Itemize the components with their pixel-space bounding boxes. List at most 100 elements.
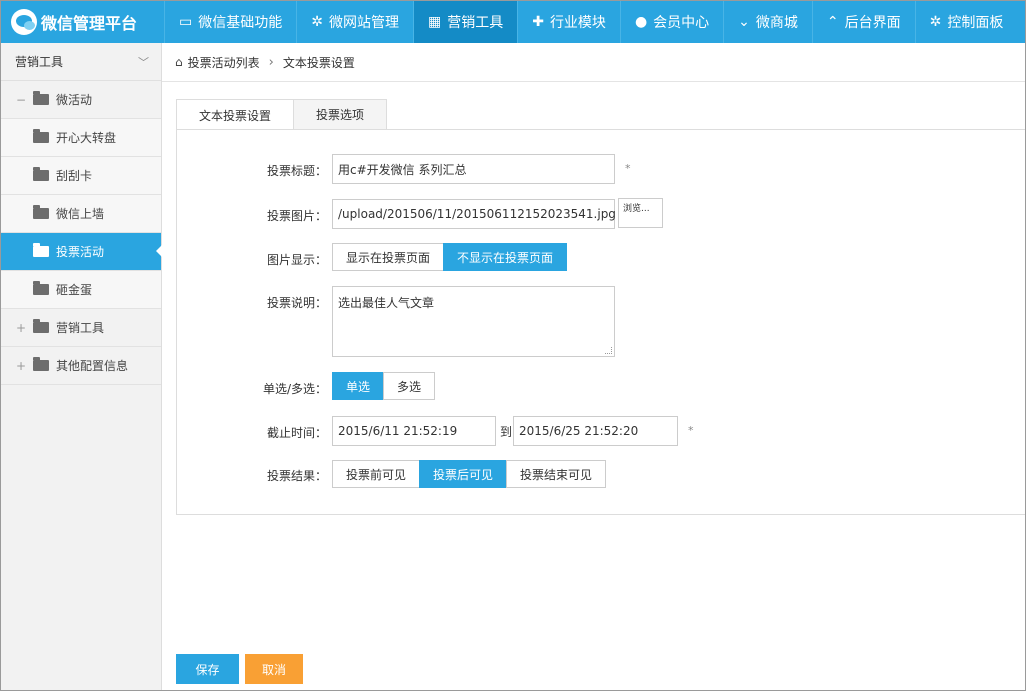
nav-item-backend[interactable]: ⌃ 后台界面 <box>811 1 915 43</box>
nav-item-basic[interactable]: ▭ 微信基础功能 <box>164 1 296 43</box>
sidebar-item-label: 其他配置信息 <box>56 359 129 373</box>
sidebar-item-vote[interactable]: 投票活动 <box>1 233 162 271</box>
nav-item-members[interactable]: ● 会员中心 <box>619 1 723 43</box>
mode-label: 单选/多选： <box>262 382 327 396</box>
brand[interactable]: 微信管理平台 <box>1 1 161 43</box>
main-content: ⌂ 投票活动列表 › 文本投票设置 文本投票设置 投票选项 投票标题： 用c#开… <box>162 43 1025 690</box>
chevron-down-icon: ⌄ <box>738 14 750 30</box>
grid-icon: ▦ <box>427 14 442 30</box>
mode-toggle: 单选 多选 <box>332 372 436 400</box>
chevron-up-icon: ⌃ <box>826 14 839 30</box>
display-hide-option[interactable]: 不显示在投票页面 <box>443 243 568 271</box>
tab-vote-options[interactable]: 投票选项 <box>293 99 388 129</box>
save-button[interactable]: 保存 <box>176 654 239 684</box>
start-time-input[interactable]: 2015/6/11 21:52:19 <box>332 416 496 446</box>
folder-icon <box>33 281 49 295</box>
display-show-option[interactable]: 显示在投票页面 <box>332 243 445 271</box>
wechat-logo-icon <box>11 9 37 35</box>
folder-open-icon <box>33 243 49 257</box>
result-end-option[interactable]: 投票结束可见 <box>506 460 607 488</box>
nav-item-industry[interactable]: ✚ 行业模块 <box>517 1 620 43</box>
resize-handle-icon[interactable] <box>605 347 612 354</box>
expand-icon[interactable]: + <box>14 359 28 373</box>
sidebar-item-marketing-tools[interactable]: + 营销工具 <box>1 309 161 347</box>
puzzle-icon: ✚ <box>532 14 544 30</box>
tab-bar: 文本投票设置 投票选项 <box>176 99 388 130</box>
tab-text-vote-settings[interactable]: 文本投票设置 <box>176 99 295 130</box>
sidebar-item-label: 投票活动 <box>56 245 105 259</box>
gear-icon: ✲ <box>311 14 323 30</box>
browse-button[interactable]: 浏览... <box>618 198 663 228</box>
sidebar-item-other-config[interactable]: + 其他配置信息 <box>1 347 161 385</box>
folder-icon <box>33 129 49 143</box>
top-navbar: 微信管理平台 ▭ 微信基础功能 ✲ 微网站管理 ▦ 营销工具 ✚ 行业模块 ● … <box>1 1 1025 43</box>
sidebar-item-label: 砸金蛋 <box>56 283 93 297</box>
chevron-down-icon[interactable]: ﹀ <box>138 54 149 70</box>
title-label: 投票标题： <box>266 164 327 178</box>
image-label: 投票图片： <box>266 209 327 223</box>
single-choice-option[interactable]: 单选 <box>332 372 385 400</box>
sidebar-item-scratch-card[interactable]: 刮刮卡 <box>1 157 161 195</box>
image-path-input[interactable]: /upload/201506/11/201506112152023541.jpg <box>332 199 616 229</box>
home-icon[interactable]: ⌂ <box>175 55 183 69</box>
folder-icon <box>33 357 49 371</box>
breadcrumb-parent[interactable]: 投票活动列表 <box>188 54 260 71</box>
folder-icon <box>33 91 49 105</box>
cancel-button[interactable]: 取消 <box>245 654 303 684</box>
sidebar-item-label: 开心大转盘 <box>56 131 117 145</box>
nav-label: 会员中心 <box>653 15 710 31</box>
nav-label: 行业模块 <box>549 15 606 31</box>
display-toggle: 显示在投票页面 不显示在投票页面 <box>332 243 568 271</box>
sidebar-item-label: 微信上墙 <box>56 207 105 221</box>
sidebar-item-label: 营销工具 <box>56 321 105 335</box>
result-toggle: 投票前可见 投票后可见 投票结束可见 <box>332 460 607 488</box>
breadcrumb-current: 文本投票设置 <box>282 55 355 70</box>
main-nav: ▭ 微信基础功能 ✲ 微网站管理 ▦ 营销工具 ✚ 行业模块 ● 会员中心 ⌄ … <box>164 1 1017 43</box>
user-icon: ● <box>634 14 648 30</box>
sidebar-title: 营销工具 <box>15 55 64 69</box>
folder-icon <box>33 167 49 181</box>
nav-item-control[interactable]: ✲ 控制面板 <box>914 1 1018 43</box>
sidebar-item-label: 微活动 <box>56 93 93 107</box>
result-before-option[interactable]: 投票前可见 <box>332 460 421 488</box>
required-mark: * <box>625 162 631 175</box>
deadline-label: 截止时间： <box>266 426 327 440</box>
nav-label: 控制面板 <box>947 15 1004 31</box>
multi-choice-option[interactable]: 多选 <box>383 372 436 400</box>
required-mark: * <box>688 424 694 437</box>
description-label: 投票说明： <box>266 296 327 310</box>
description-textarea[interactable]: 选出最佳人气文章 <box>332 286 615 357</box>
sidebar-header[interactable]: 营销工具 ﹀ <box>1 43 161 81</box>
nav-label: 微网站管理 <box>328 15 399 31</box>
nav-item-marketing[interactable]: ▦ 营销工具 <box>412 1 518 43</box>
to-label: 到 <box>500 425 513 439</box>
sidebar: 营销工具 ﹀ − 微活动 开心大转盘 刮刮卡 微信上墙 投票活动 砸金蛋 + 营… <box>1 43 162 690</box>
result-label: 投票结果： <box>266 469 327 483</box>
sidebar-item-label: 刮刮卡 <box>56 169 93 183</box>
form-panel: 投票标题： 用c#开发微信 系列汇总 * 投票图片： /upload/20150… <box>176 129 1025 515</box>
nav-label: 微信基础功能 <box>198 15 283 31</box>
description-text: 选出最佳人气文章 <box>338 296 435 310</box>
title-input[interactable]: 用c#开发微信 系列汇总 <box>332 154 615 184</box>
collapse-icon[interactable]: − <box>14 93 28 107</box>
settings-icon: ✲ <box>929 14 942 30</box>
sidebar-item-wall[interactable]: 微信上墙 <box>1 195 161 233</box>
nav-label: 微商城 <box>755 15 798 31</box>
chevron-right-icon: › <box>268 54 274 70</box>
sidebar-item-golden-egg[interactable]: 砸金蛋 <box>1 271 161 309</box>
sidebar-item-wheel[interactable]: 开心大转盘 <box>1 119 161 157</box>
result-after-option[interactable]: 投票后可见 <box>419 460 508 488</box>
sidebar-item-micro-activity[interactable]: − 微活动 <box>1 81 161 119</box>
folder-icon <box>33 319 49 333</box>
nav-label: 后台界面 <box>844 15 901 31</box>
folder-icon <box>33 205 49 219</box>
monitor-icon: ▭ <box>179 14 193 30</box>
display-label: 图片显示： <box>266 253 327 267</box>
nav-item-shop[interactable]: ⌄ 微商城 <box>723 1 812 43</box>
breadcrumb: ⌂ 投票活动列表 › 文本投票设置 <box>162 43 1025 82</box>
app-window: 微信管理平台 ▭ 微信基础功能 ✲ 微网站管理 ▦ 营销工具 ✚ 行业模块 ● … <box>0 0 1026 691</box>
nav-item-site[interactable]: ✲ 微网站管理 <box>296 1 413 43</box>
end-time-input[interactable]: 2015/6/25 21:52:20 <box>513 416 678 446</box>
expand-icon[interactable]: + <box>14 321 28 335</box>
app-title: 微信管理平台 <box>41 14 138 33</box>
